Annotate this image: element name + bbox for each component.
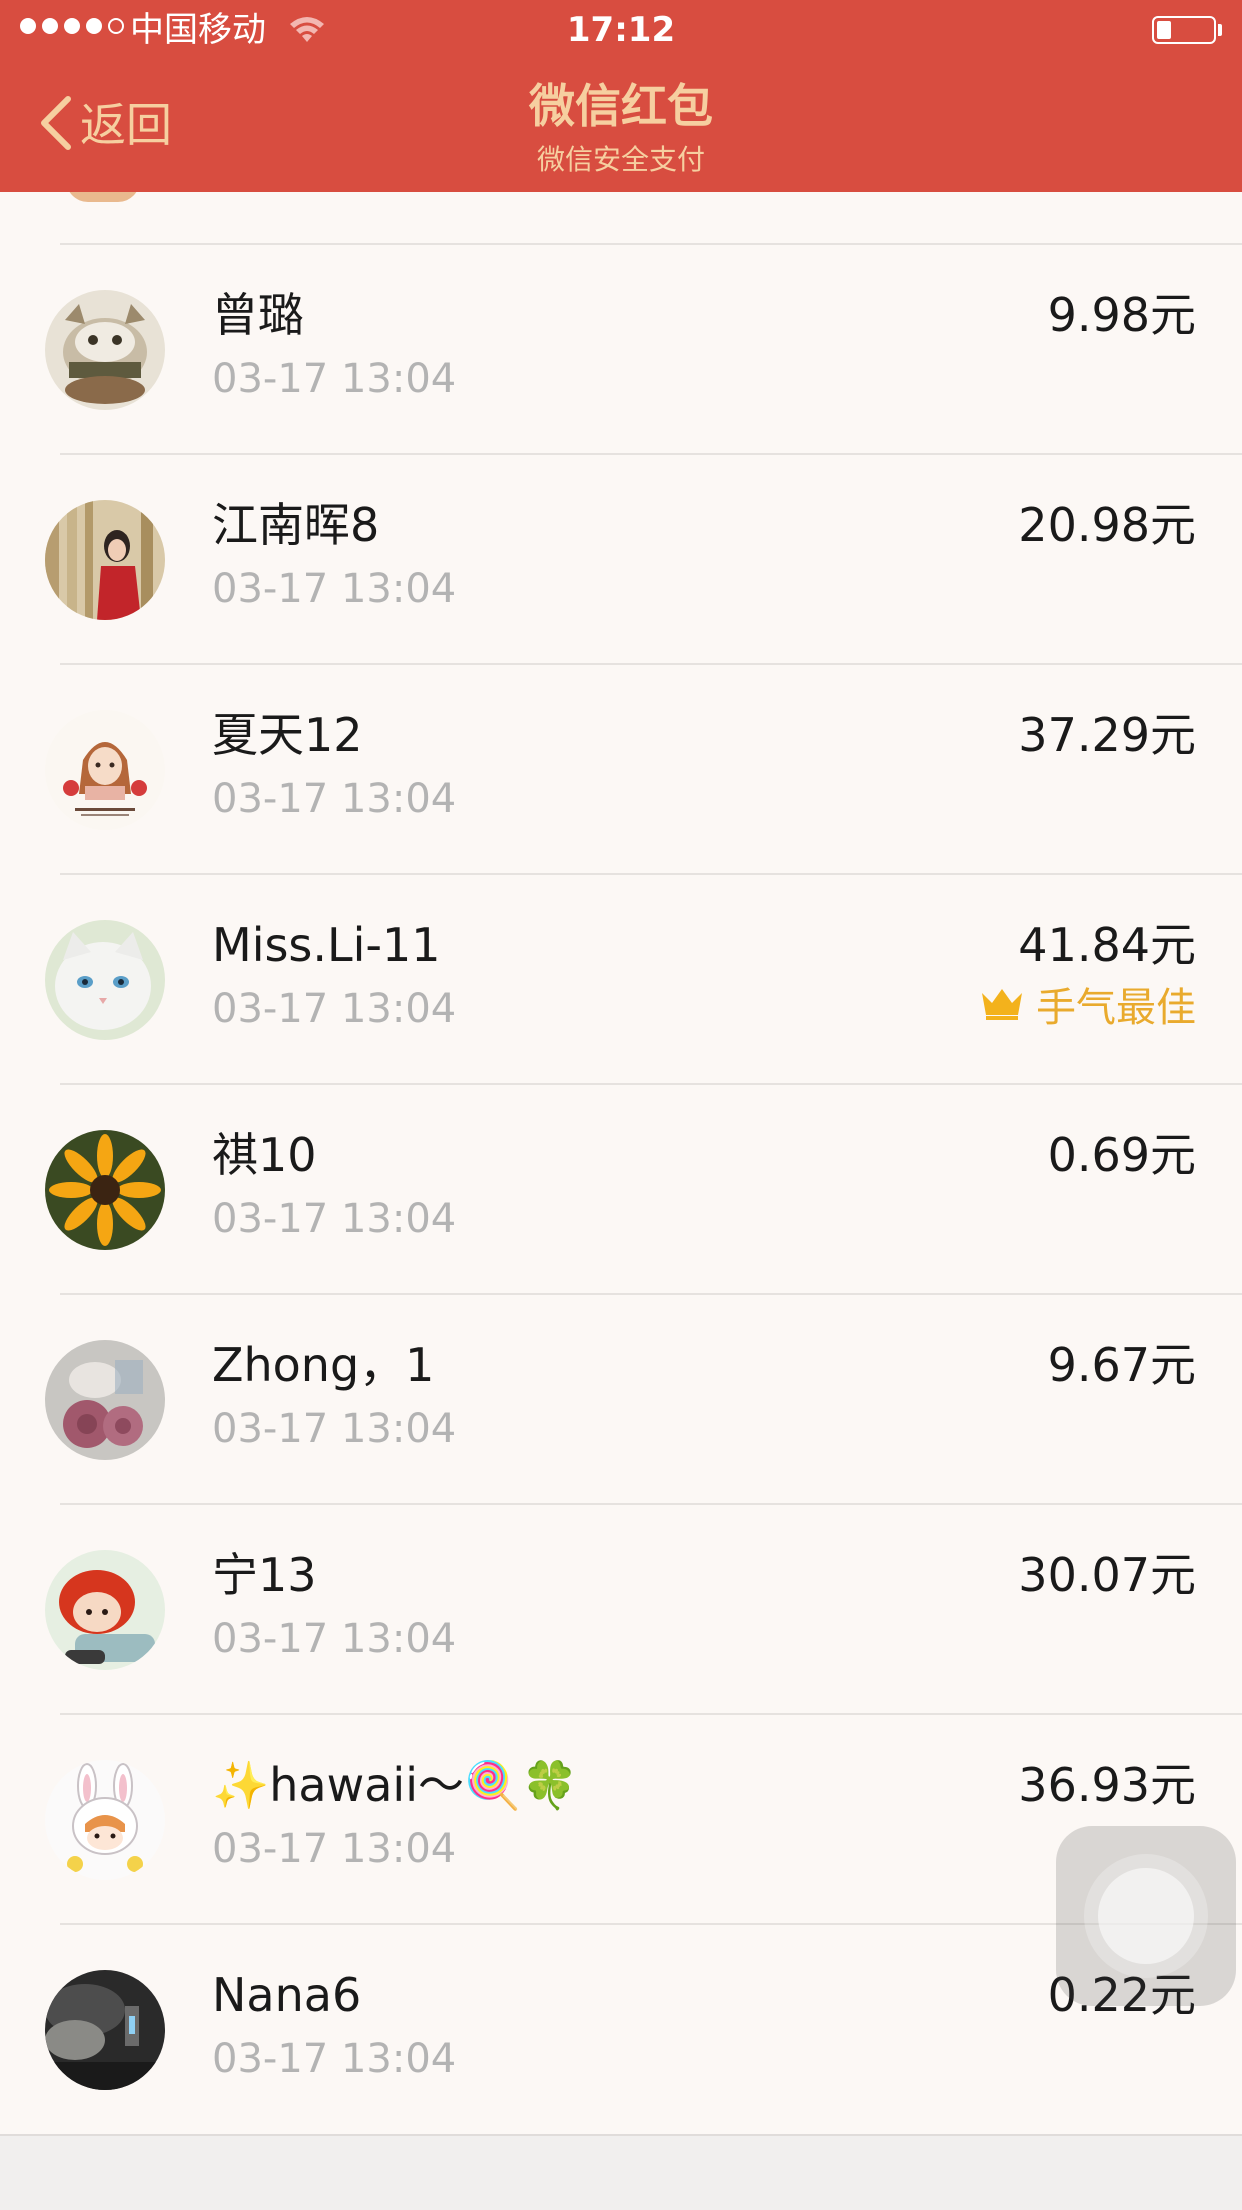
amount: 41.84元: [1018, 918, 1196, 972]
list-footer: [0, 2134, 1242, 2210]
clock: 17:12: [566, 10, 676, 50]
received-time: 03-17 13:04: [212, 776, 457, 822]
record-row[interactable]: 夏天12 03-17 13:04 37.29元: [0, 665, 1242, 875]
status-bar: 中国移动 17:12: [0, 0, 1242, 62]
sunflower-avatar: [45, 1130, 165, 1250]
amount: 9.98元: [1047, 288, 1196, 342]
best-luck-label: 手气最佳: [1036, 985, 1196, 1031]
received-time: 03-17 13:04: [212, 1826, 457, 1872]
sender-name: 曾璐: [212, 288, 304, 342]
record-row[interactable]: 宁13 03-17 13:04 30.07元: [0, 1505, 1242, 1715]
sender-name: 江南晖8: [212, 498, 380, 552]
battery-icon: [1152, 16, 1216, 44]
nav-bar: 返回 微信红包 微信安全支付: [0, 62, 1242, 192]
battery-tip: [1218, 24, 1222, 36]
sender-name: Miss.Li-11: [212, 918, 441, 972]
sender-name: 宁13: [212, 1548, 317, 1602]
amount: 9.67元: [1047, 1338, 1196, 1392]
record-row[interactable]: Zhong，1 03-17 13:04 9.67元: [0, 1295, 1242, 1505]
page-title: 微信红包: [529, 79, 713, 133]
received-time: 03-17 13:04: [212, 566, 457, 612]
red-hair-doll-avatar: [45, 1550, 165, 1670]
sender-name: 祺10: [212, 1128, 317, 1182]
record-row[interactable]: 江南晖8 03-17 13:04 20.98元: [0, 455, 1242, 665]
sender-name: Nana6: [212, 1968, 362, 2022]
received-time: 03-17 13:04: [212, 1406, 457, 1452]
girl-illustration-avatar: [45, 710, 165, 830]
amount: 30.07元: [1018, 1548, 1196, 1602]
record-row[interactable]: 曾璐 03-17 13:04 9.98元: [0, 245, 1242, 455]
white-cat-avatar: [45, 920, 165, 1040]
dark-landscape-avatar: [45, 1970, 165, 2090]
sender-name: 夏天12: [212, 708, 363, 762]
crown-icon: [980, 981, 1036, 1035]
amount: 20.98元: [1018, 498, 1196, 552]
received-time: 03-17 13:04: [212, 986, 457, 1032]
assistive-touch-button[interactable]: [1056, 1826, 1236, 2006]
amount: 0.69元: [1047, 1128, 1196, 1182]
received-time: 03-17 13:04: [212, 1616, 457, 1662]
record-row[interactable]: Miss.Li-11 03-17 13:04 41.84元 手气最佳: [0, 875, 1242, 1085]
assistive-touch-inner-circle: [1098, 1868, 1194, 1964]
cat-photo-avatar: [45, 290, 165, 410]
amount: 36.93元: [1018, 1758, 1196, 1812]
header: 中国移动 17:12 返回 微信红包 微信安全支付: [0, 0, 1242, 192]
received-time: 03-17 13:04: [212, 356, 457, 402]
person-photo-avatar: [45, 500, 165, 620]
sender-name: ✨hawaii～🍭🍀: [212, 1758, 579, 1812]
amount: 37.29元: [1018, 708, 1196, 762]
flower-photo-avatar: [45, 1340, 165, 1460]
best-luck-badge: 手气最佳: [980, 981, 1196, 1035]
bunny-cartoon-avatar: [45, 1760, 165, 1880]
received-time: 03-17 13:04: [212, 1196, 457, 1242]
received-time: 03-17 13:04: [212, 2036, 457, 2082]
battery-level-fill: [1157, 21, 1171, 39]
page-subtitle: 微信安全支付: [536, 143, 705, 176]
sender-name: Zhong，1: [212, 1338, 435, 1392]
record-row[interactable]: 祺10 03-17 13:04 0.69元: [0, 1085, 1242, 1295]
